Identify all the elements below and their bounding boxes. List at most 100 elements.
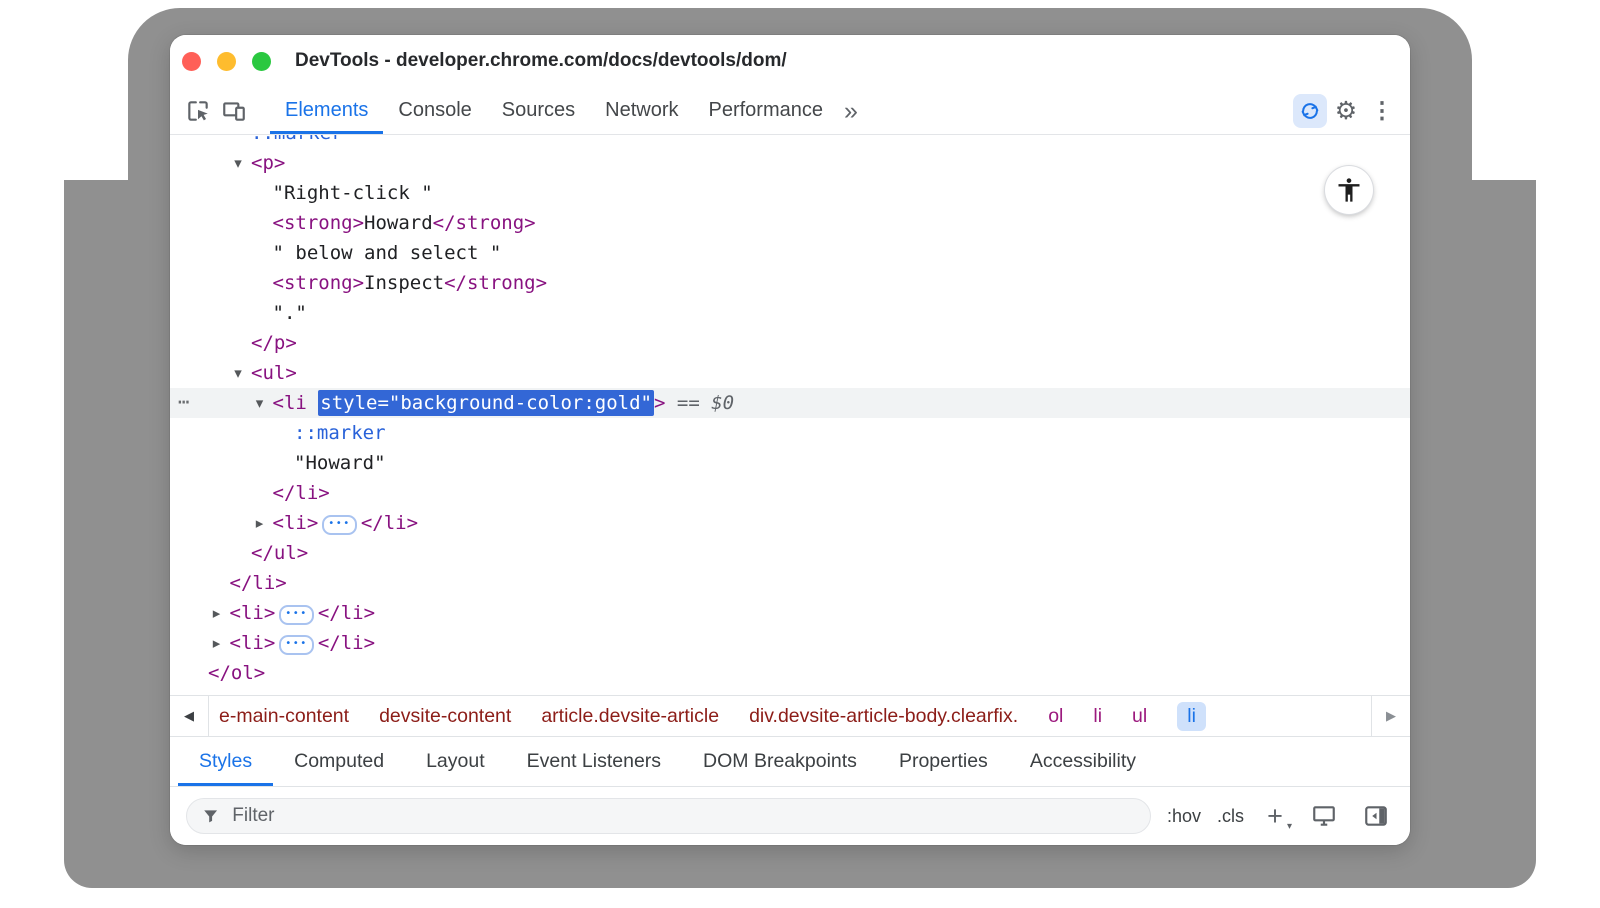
breadcrumb-scroll-right-icon[interactable]: ▶ xyxy=(1371,696,1410,736)
hidden-children-ellipsis-icon[interactable]: ••• xyxy=(322,515,357,535)
collapse-arrow-icon[interactable]: ▾ xyxy=(229,148,247,178)
tab-performance[interactable]: Performance xyxy=(694,87,839,134)
breadcrumb-scroll-left-icon[interactable]: ◀ xyxy=(170,696,209,736)
dom-token-text: "Howard" xyxy=(294,452,386,474)
breadcrumb: e-main-content devsite-content article.dev… xyxy=(209,696,1371,736)
collapse-arrow-icon[interactable]: ▾ xyxy=(229,358,247,388)
sync-refresh-icon[interactable] xyxy=(1292,93,1328,129)
node-more-actions-icon[interactable]: ⋯ xyxy=(178,388,204,418)
devtools-toolbar: ElementsConsoleSourcesNetworkPerformance… xyxy=(170,87,1410,135)
dom-tree-line[interactable]: "Howard" xyxy=(294,448,386,478)
dom-tree-line[interactable]: ▸<li>•••</li> xyxy=(273,508,419,538)
tab-layout[interactable]: Layout xyxy=(405,737,506,786)
dom-tree-line[interactable]: ▾<li style="background-color:gold"> == $… xyxy=(273,388,735,418)
dom-token-text: Howard xyxy=(364,212,433,234)
dom-tree[interactable]: ::marker▾<p>"Right-click "<strong>Howard… xyxy=(170,135,1410,695)
sync-refresh-chip xyxy=(1293,94,1327,128)
zoom-button[interactable] xyxy=(252,52,271,71)
expand-arrow-icon[interactable]: ▸ xyxy=(208,628,226,658)
dom-tree-line[interactable]: ::marker xyxy=(251,135,343,148)
tab-styles[interactable]: Styles xyxy=(178,737,273,786)
dom-tree-line[interactable]: <strong>Howard</strong> xyxy=(273,208,536,238)
minimize-button[interactable] xyxy=(217,52,236,71)
tab-elements[interactable]: Elements xyxy=(270,87,383,134)
toggle-element-state-button[interactable]: :hov xyxy=(1167,806,1201,827)
dom-tree-line[interactable]: ▸<li>•••</li> xyxy=(230,628,376,658)
dom-token-dollar: $0 xyxy=(711,392,734,414)
collapse-arrow-icon[interactable]: ▾ xyxy=(251,388,269,418)
accessibility-person-icon xyxy=(1335,176,1363,204)
breadcrumb-item-div-devsite-article-body-clearfix-[interactable]: div.devsite-article-body.clearfix. xyxy=(749,705,1018,728)
dom-tree-line[interactable]: "." xyxy=(273,298,307,328)
element-classes-button[interactable]: .cls xyxy=(1217,806,1244,827)
tab-dom-breakpoints[interactable]: DOM Breakpoints xyxy=(682,737,878,786)
device-toolbar-icon[interactable] xyxy=(216,93,252,129)
selected-attribute-value[interactable]: style="background-color:gold" xyxy=(318,390,654,416)
tab-event-listeners[interactable]: Event Listeners xyxy=(506,737,682,786)
settings-gear-icon[interactable]: ⚙ xyxy=(1328,93,1364,129)
dom-token-tag: </li> xyxy=(318,632,375,654)
dom-tree-line[interactable]: </ul> xyxy=(251,538,308,568)
dom-tree-line[interactable]: </p> xyxy=(251,328,297,358)
filter-input-pill[interactable] xyxy=(186,798,1151,834)
toggle-sidebar-icon[interactable] xyxy=(1358,798,1394,834)
expand-arrow-icon[interactable]: ▸ xyxy=(208,598,226,628)
accessibility-fab[interactable] xyxy=(1325,166,1373,214)
new-style-rule-button[interactable]: + ▾ xyxy=(1260,801,1290,831)
dom-token-eq: == xyxy=(665,392,711,414)
tab-network[interactable]: Network xyxy=(590,87,693,134)
breadcrumb-item-e-main-content[interactable]: e-main-content xyxy=(219,705,349,728)
dom-token-pseudo: ::marker xyxy=(294,422,386,444)
tab-accessibility[interactable]: Accessibility xyxy=(1009,737,1157,786)
breadcrumb-item-li[interactable]: li xyxy=(1093,705,1102,728)
dom-token-tag: </li> xyxy=(318,602,375,624)
breadcrumb-item-article-devsite-article[interactable]: article.devsite-article xyxy=(541,705,719,728)
dom-token-text: Inspect xyxy=(364,272,444,294)
tab-properties[interactable]: Properties xyxy=(878,737,1009,786)
dom-token-tag: </strong> xyxy=(433,212,536,234)
tab-console[interactable]: Console xyxy=(383,87,486,134)
dom-tree-line[interactable]: </ol> xyxy=(208,658,265,688)
breadcrumb-item-ol[interactable]: ol xyxy=(1048,705,1063,728)
dom-token-text: "Right-click " xyxy=(273,182,433,204)
dom-token-text: "." xyxy=(273,302,307,324)
dom-token-tag: <li> xyxy=(230,602,276,624)
rendering-emulation-icon[interactable] xyxy=(1306,798,1342,834)
breadcrumb-item-ul[interactable]: ul xyxy=(1132,705,1147,728)
breadcrumb-bar: ◀ e-main-content devsite-content article.d… xyxy=(170,695,1410,737)
plus-icon: + xyxy=(1267,803,1283,829)
dom-tree-line[interactable]: ▾<ul> xyxy=(251,358,297,388)
plus-caret-icon: ▾ xyxy=(1287,821,1292,832)
hidden-children-ellipsis-icon[interactable]: ••• xyxy=(279,635,314,655)
tab-sources[interactable]: Sources xyxy=(487,87,590,134)
dom-token-text: " below and select " xyxy=(273,242,502,264)
title-bar: DevTools - developer.chrome.com/docs/dev… xyxy=(170,35,1410,88)
inspect-element-icon[interactable] xyxy=(180,93,216,129)
dom-tree-line[interactable]: ::marker xyxy=(294,418,386,448)
dom-token-tag: <ul> xyxy=(251,362,297,384)
expand-arrow-icon[interactable]: ▸ xyxy=(251,508,269,538)
hidden-children-ellipsis-icon[interactable]: ••• xyxy=(279,605,314,625)
breadcrumb-item-devsite-content[interactable]: devsite-content xyxy=(379,705,511,728)
breadcrumb-item-li[interactable]: li xyxy=(1177,702,1206,731)
filter-input[interactable] xyxy=(230,804,1136,828)
dom-tree-line[interactable]: "Right-click " xyxy=(273,178,433,208)
dom-tree-line[interactable]: <strong>Inspect</strong> xyxy=(273,268,548,298)
filter-funnel-icon xyxy=(201,806,220,826)
dom-token-tag: <strong> xyxy=(273,212,365,234)
tab-computed[interactable]: Computed xyxy=(273,737,405,786)
dom-token-tag: <p> xyxy=(251,152,285,174)
stage: DevTools - developer.chrome.com/docs/dev… xyxy=(0,0,1600,908)
close-button[interactable] xyxy=(182,52,201,71)
dom-token-tag: <li> xyxy=(273,512,319,534)
dom-tree-line[interactable]: </li> xyxy=(273,478,330,508)
dom-tree-line[interactable]: " below and select " xyxy=(273,238,502,268)
kebab-menu-icon[interactable]: ⋮ xyxy=(1364,93,1400,129)
devtools-window: DevTools - developer.chrome.com/docs/dev… xyxy=(170,35,1410,845)
dom-tree-line[interactable]: ▾<p> xyxy=(251,148,285,178)
dom-token-tag: > xyxy=(654,392,665,414)
dom-tree-line[interactable]: ▸<li>•••</li> xyxy=(230,598,376,628)
more-tabs-icon[interactable]: » xyxy=(844,89,858,133)
dom-tree-line[interactable]: </li> xyxy=(230,568,287,598)
dom-token-tag: <li> xyxy=(230,632,276,654)
